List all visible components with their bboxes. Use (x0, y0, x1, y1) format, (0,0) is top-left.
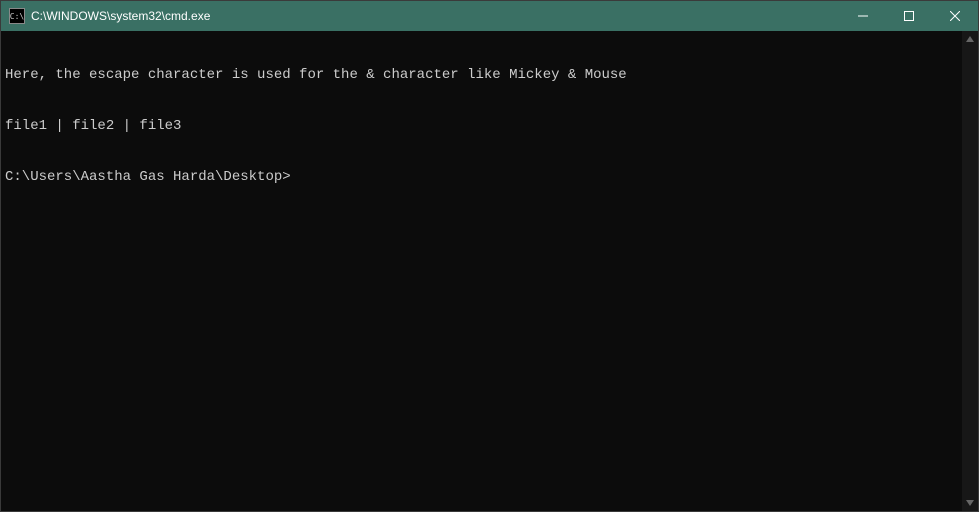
terminal-area: Here, the escape character is used for t… (1, 31, 978, 511)
chevron-up-icon (966, 36, 974, 42)
titlebar[interactable]: C:\ C:\WINDOWS\system32\cmd.exe (1, 1, 978, 31)
terminal-output[interactable]: Here, the escape character is used for t… (1, 31, 962, 511)
window-controls (840, 1, 978, 31)
close-button[interactable] (932, 1, 978, 31)
scroll-down-button[interactable] (962, 495, 978, 511)
prompt-text: C:\Users\Aastha Gas Harda\Desktop> (5, 169, 291, 186)
window-title: C:\WINDOWS\system32\cmd.exe (31, 9, 840, 23)
cmd-icon-label: C:\ (10, 12, 24, 21)
output-line: file1 | file2 | file3 (5, 118, 958, 135)
output-line: Here, the escape character is used for t… (5, 67, 958, 84)
cursor (292, 169, 300, 184)
minimize-icon (858, 11, 868, 21)
maximize-icon (904, 11, 914, 21)
cmd-window: C:\ C:\WINDOWS\system32\cmd.exe Here, th… (0, 0, 979, 512)
prompt-line: C:\Users\Aastha Gas Harda\Desktop> (5, 169, 958, 186)
scroll-up-button[interactable] (962, 31, 978, 47)
vertical-scrollbar[interactable] (962, 31, 978, 511)
minimize-button[interactable] (840, 1, 886, 31)
scroll-track[interactable] (962, 47, 978, 495)
maximize-button[interactable] (886, 1, 932, 31)
chevron-down-icon (966, 500, 974, 506)
cmd-icon: C:\ (9, 8, 25, 24)
close-icon (950, 11, 960, 21)
